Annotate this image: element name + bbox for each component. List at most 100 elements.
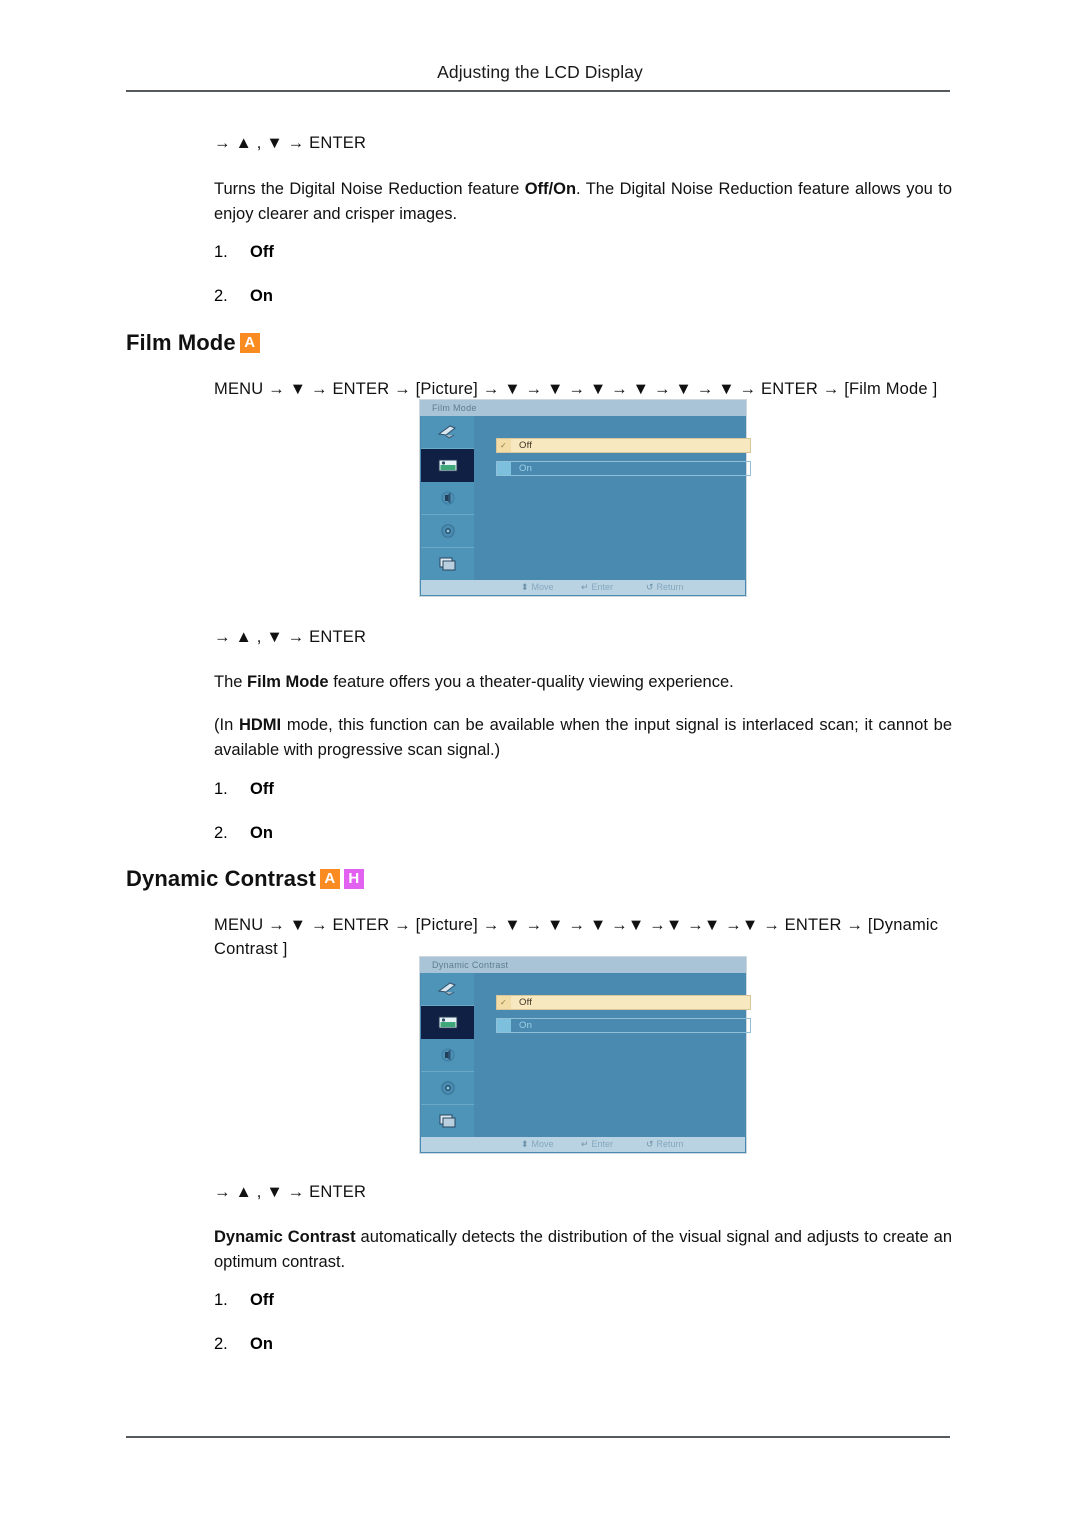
osd-sidebar-item-multi-control[interactable] [421, 548, 474, 581]
list-item: 1. Off [214, 1291, 714, 1335]
list-item-number: 1. [214, 780, 228, 798]
osd-sidebar-item-setup[interactable] [421, 515, 474, 548]
multi-control-icon [437, 1112, 459, 1130]
osd-option-off[interactable]: ✓ Off [496, 995, 751, 1010]
list-item-number: 2. [214, 824, 228, 842]
move-updown-icon: ⬍ [521, 582, 529, 592]
film-mode-desc-bold: Film Mode [247, 673, 329, 691]
list-item-number: 2. [214, 1335, 228, 1353]
film-mode-note: (In HDMI mode, this function can be avai… [214, 713, 952, 763]
dnr-description: Turns the Digital Noise Reduction featur… [214, 177, 952, 227]
osd-title: Dynamic Contrast [432, 960, 509, 970]
footer-divider [126, 1436, 950, 1438]
sound-icon [437, 489, 459, 507]
return-icon: ↺ [646, 582, 654, 592]
osd-sidebar-item-setup[interactable] [421, 1072, 474, 1105]
osd-sidebar-item-picture[interactable] [421, 1006, 474, 1039]
osd-option-swatch [497, 1019, 511, 1032]
film-mode-description: The Film Mode feature offers you a theat… [214, 670, 952, 695]
osd-footer-return: ↺ Return [646, 1139, 684, 1150]
badge-a-icon: A [239, 333, 260, 353]
osd-option-label: On [519, 1020, 533, 1031]
osd-footer-move: ⬍ Move [521, 582, 554, 593]
list-item-label: On [250, 1335, 273, 1353]
osd-footer-move: ⬍ Move [521, 1139, 554, 1150]
list-item: 2. On [214, 824, 714, 868]
picture-icon [437, 1013, 459, 1031]
badge-h-icon: H [343, 869, 364, 889]
section-heading-film-mode: Film Mode A [126, 330, 260, 356]
check-icon: ✓ [500, 998, 507, 1007]
osd-sidebar-item-sound[interactable] [421, 1039, 474, 1072]
osd-footer-enter: ↵ Enter [581, 582, 613, 593]
osd-title-bar: Dynamic Contrast [420, 957, 746, 973]
setup-gear-icon [437, 522, 459, 540]
badge-a-icon: A [319, 869, 340, 889]
list-item: 1. Off [214, 243, 714, 287]
page-title: Adjusting the LCD Display [437, 62, 643, 82]
setup-gear-icon [437, 1079, 459, 1097]
osd-option-on[interactable]: On [496, 461, 751, 476]
osd-screenshot-film-mode: Film Mode ✓ Off On ⬍ Move ↵ Enter ↺ Retu… [419, 399, 751, 597]
film-mode-note-pre: (In [214, 716, 239, 734]
film-mode-note-bold: HDMI [238, 716, 282, 734]
dynamic-contrast-menu-path: MENU → ▼ → ENTER → [Picture] → ▼ → ▼ → ▼… [214, 916, 939, 958]
osd-body: ✓ Off On [474, 416, 751, 581]
osd-footer-return-label: Return [656, 582, 684, 592]
dynamic-contrast-key-sequence: → ▲ , ▼ → ENTER [214, 1183, 367, 1201]
section-heading-dynamic-contrast: Dynamic Contrast A H [126, 866, 364, 892]
osd-title-bar: Film Mode [420, 400, 746, 416]
osd-footer-return: ↺ Return [646, 582, 684, 593]
multi-control-icon [437, 555, 459, 573]
osd-footer-enter-label: Enter [591, 582, 614, 592]
dynamic-contrast-option-list: 1. Off 2. On [214, 1291, 714, 1379]
list-item-number: 1. [214, 1291, 228, 1309]
list-item-label: Off [250, 1291, 274, 1309]
osd-footer-move-label: Move [531, 582, 554, 592]
list-item-label: Off [250, 780, 274, 798]
return-icon: ↺ [646, 1139, 654, 1149]
osd-footer-move-label: Move [531, 1139, 554, 1149]
section-heading-text: Dynamic Contrast [126, 866, 316, 891]
dnr-desc-bold: Off/On [524, 180, 577, 198]
osd-option-label: On [519, 463, 533, 474]
move-updown-icon: ⬍ [521, 1139, 529, 1149]
film-mode-note-post: mode, this function can be available whe… [214, 716, 952, 759]
osd-sidebar-item-sound[interactable] [421, 482, 474, 515]
osd-sidebar-item-picture[interactable] [421, 449, 474, 482]
enter-icon: ↵ [581, 582, 589, 592]
dnr-option-list: 1. Off 2. On [214, 243, 714, 331]
list-item: 2. On [214, 287, 714, 331]
osd-option-label: Off [519, 997, 533, 1008]
dnr-desc-pre: Turns the Digital Noise Reduction featur… [214, 180, 525, 198]
osd-option-off[interactable]: ✓ Off [496, 438, 751, 453]
header-divider [126, 90, 950, 92]
osd-option-label: Off [519, 440, 533, 451]
list-item-label: On [250, 287, 273, 305]
film-mode-desc-pre: The [214, 673, 248, 691]
osd-sidebar-item-multi-control[interactable] [421, 1105, 474, 1138]
osd-option-swatch [497, 462, 511, 475]
osd-sidebar-item-input-source[interactable] [421, 973, 474, 1006]
osd-footer: ⬍ Move ↵ Enter ↺ Return [421, 1137, 745, 1152]
osd-option-on[interactable]: On [496, 1018, 751, 1033]
check-icon: ✓ [500, 441, 507, 450]
list-item-label: Off [250, 243, 274, 261]
section-heading-text: Film Mode [126, 330, 236, 355]
osd-sidebar [421, 973, 474, 1138]
list-item-number: 2. [214, 287, 228, 305]
list-item: 1. Off [214, 780, 714, 824]
enter-icon: ↵ [581, 1139, 589, 1149]
film-mode-key-sequence: → ▲ , ▼ → ENTER [214, 628, 367, 646]
osd-body: ✓ Off On [474, 973, 751, 1138]
film-mode-option-list: 1. Off 2. On [214, 780, 714, 868]
list-item: 2. On [214, 1335, 714, 1379]
osd-footer-enter: ↵ Enter [581, 1139, 613, 1150]
osd-sidebar-item-input-source[interactable] [421, 416, 474, 449]
osd-screenshot-dynamic-contrast: Dynamic Contrast ✓ Off On ⬍ Move ↵ Enter… [419, 956, 751, 1154]
list-item-number: 1. [214, 243, 228, 261]
osd-footer-enter-label: Enter [591, 1139, 614, 1149]
osd-title: Film Mode [432, 403, 477, 413]
dynamic-contrast-desc-bold: Dynamic Contrast [214, 1228, 356, 1246]
dynamic-contrast-description: Dynamic Contrast automatically detects t… [214, 1225, 952, 1275]
